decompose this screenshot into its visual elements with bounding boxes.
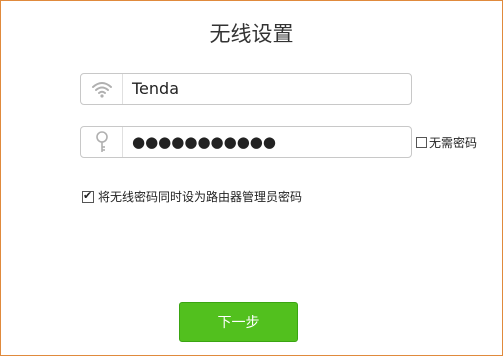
same-as-admin-label: 将无线密码同时设为路由器管理员密码 xyxy=(98,190,303,204)
same-as-admin-option[interactable]: ✔ 将无线密码同时设为路由器管理员密码 xyxy=(82,188,302,205)
password-input[interactable]: ●●●●●●●●●●● xyxy=(132,127,276,157)
ssid-field[interactable]: Tenda xyxy=(80,73,412,105)
no-password-label: 无需密码 xyxy=(429,136,478,150)
dialog-frame: 无线设置 Tenda ●●●●●●●●●●● 无需密码 ✔ 将无线密码同时设为路… xyxy=(0,0,503,356)
wifi-icon xyxy=(81,74,123,104)
next-button[interactable]: 下一步 xyxy=(179,302,298,342)
password-field[interactable]: ●●●●●●●●●●● xyxy=(80,126,412,158)
key-icon xyxy=(81,127,123,157)
same-as-admin-checkbox[interactable]: ✔ xyxy=(82,188,94,203)
ssid-input[interactable]: Tenda xyxy=(132,74,179,104)
page-title: 无线设置 xyxy=(209,22,294,46)
no-password-checkbox[interactable] xyxy=(416,137,427,148)
no-password-option[interactable]: 无需密码 xyxy=(416,134,477,151)
check-icon: ✔ xyxy=(83,188,93,202)
